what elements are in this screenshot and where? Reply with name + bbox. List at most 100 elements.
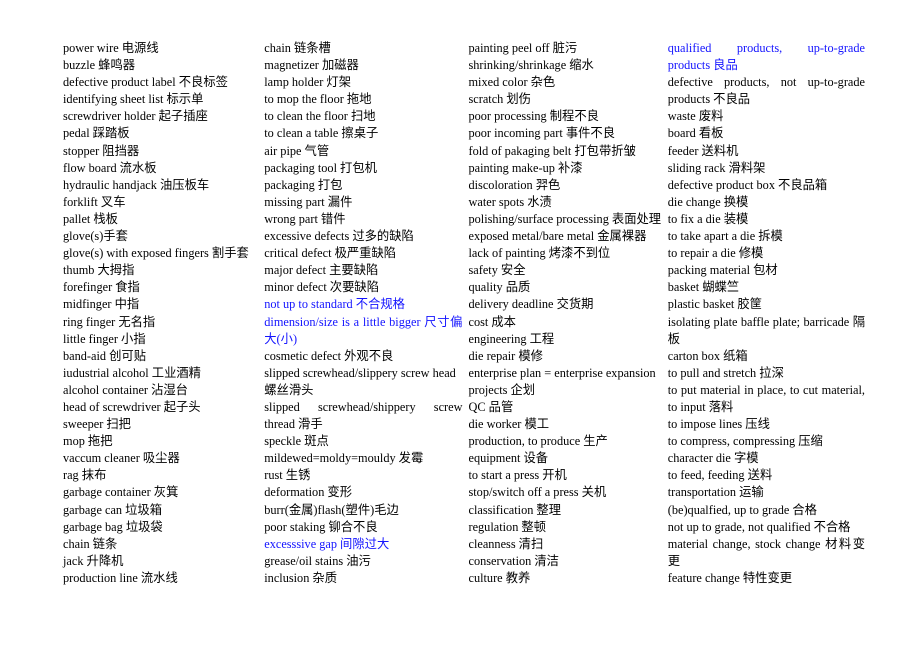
glossary-entry: minor defect 次要缺陷 [264, 280, 379, 295]
glossary-entry: grease/oil stains 油污 [264, 553, 371, 568]
glossary-entry: hydraulic handjack 油压板车 [63, 177, 210, 192]
glossary-entry: classification 整理 [468, 502, 562, 517]
glossary-entry: carton box 纸箱 [667, 348, 748, 363]
glossary-entry: (be)qualfied, up to grade 合格 [667, 502, 817, 517]
glossary-entry: missing part 漏件 [264, 194, 353, 209]
glossary-entry: little finger 小指 [63, 331, 146, 346]
glossary-entry: stop/switch off a press 关机 [468, 485, 607, 500]
glossary-entry: safety 安全 [468, 263, 526, 278]
glossary-entry: QC 品管 [468, 399, 514, 414]
glossary-entry: cleanness 清扫 [468, 536, 544, 551]
glossary-entry: cosmetic defect 外观不良 [264, 348, 394, 363]
glossary-entry: basket 蝴蝶竺 [667, 280, 740, 295]
glossary-entry: iudustrial alcohol 工业酒精 [63, 365, 201, 380]
glossary-entry: garbage bag 垃圾袋 [63, 519, 163, 534]
glossary-entry: die repair 模修 [468, 348, 543, 363]
glossary-entry: qualified products, up-to-grade products… [667, 41, 865, 73]
glossary-entry: rust 生锈 [264, 468, 311, 483]
glossary-entry: ring finger 无名指 [63, 314, 156, 329]
glossary-entry: conservation 清洁 [468, 553, 559, 568]
glossary-entry: quality 品质 [468, 280, 531, 295]
glossary-entry: to feed, feeding 送料 [667, 468, 773, 483]
glossary-entry: chain 链条 [63, 536, 118, 551]
glossary-entry: mildewed=moldy=mouldy 发霉 [264, 451, 424, 466]
glossary-entry: mixed color 杂色 [468, 75, 556, 90]
glossary-entry: head of screwdriver 起子头 [63, 399, 201, 414]
glossary-entry: not up to grade, not qualified 不合格 [667, 519, 851, 534]
glossary-entry: not up to standard 不合规格 [264, 297, 405, 312]
glossary-entry: production line 流水线 [63, 570, 178, 585]
glossary-entry: polishing/surface processing 表面处理 [468, 211, 662, 226]
glossary-entry: die change 换模 [667, 194, 749, 209]
glossary-entry: scratch 划伤 [468, 92, 531, 107]
glossary-entry: wrong part 错件 [264, 211, 346, 226]
glossary-entry: projects 企划 [468, 382, 536, 397]
glossary-entry: die worker 模工 [468, 417, 550, 432]
glossary-entry: dimension/size is a little bigger 尺寸偏大(小… [264, 314, 463, 346]
glossary-entry: packaging tool 打包机 [264, 160, 377, 175]
glossary-entry: garbage can 垃圾箱 [63, 502, 163, 517]
glossary-entry: culture 教养 [468, 570, 531, 585]
glossary-entry: poor staking 铆合不良 [264, 519, 378, 534]
glossary-entry: to fix a die 装模 [667, 211, 749, 226]
glossary-entry: critical defect 极严重缺陷 [264, 246, 397, 261]
glossary-entry: mop 拖把 [63, 434, 113, 449]
glossary-entry: material change, stock change 材料变更 [667, 536, 865, 568]
glossary-entry: band-aid 创可贴 [63, 348, 146, 363]
glossary-entry: to impose lines 压线 [667, 417, 770, 432]
glossary-entry: feature change 特性变更 [667, 570, 793, 585]
glossary-entry: defective product label 不良标签 [63, 75, 228, 90]
glossary-entry: rag 抹布 [63, 468, 107, 483]
glossary-entry: deformation 变形 [264, 485, 353, 500]
glossary-entry: cost 成本 [468, 314, 516, 329]
glossary-entry: feeder 送料机 [667, 143, 739, 158]
glossary-entry: excessive defects 过多的缺陷 [264, 229, 414, 244]
glossary-entry: chain 链条槽 [264, 41, 331, 55]
glossary-entry: transportation 运输 [667, 485, 764, 500]
glossary-entry: to mop the floor 拖地 [264, 92, 372, 107]
glossary-entry: lack of painting 烤漆不到位 [468, 246, 611, 261]
glossary-entry: character die 字模 [667, 451, 759, 466]
glossary-entry: waste 废料 [667, 109, 724, 124]
glossary-entry: magnetizer 加磁器 [264, 58, 359, 73]
glossary-entry: pallet 栈板 [63, 211, 118, 226]
glossary-entry: screwdriver holder 起子插座 [63, 109, 208, 124]
glossary-entry: power wire 电源线 [63, 41, 159, 55]
glossary-columns: power wire 电源线 buzzle 蜂鸣器 defective produc… [63, 40, 865, 587]
glossary-entry: fold of pakaging belt 打包带折皱 [468, 143, 636, 158]
glossary-entry: forklift 叉车 [63, 194, 126, 209]
glossary-entry: discoloration 羿色 [468, 177, 561, 192]
glossary-entry: glove(s) with exposed fingers 割手套 [63, 246, 249, 261]
glossary-entry: thumb 大拇指 [63, 263, 135, 278]
glossary-entry: speckle 斑点 [264, 434, 329, 449]
glossary-entry: burr(金属)flash(塑件)毛边 [264, 502, 399, 517]
glossary-entry: identifying sheet list 标示单 [63, 92, 204, 107]
glossary-entry: poor incoming part 事件不良 [468, 126, 616, 141]
glossary-entry: to put material in place, to cut materia… [667, 382, 865, 414]
glossary-entry: glove(s)手套 [63, 229, 128, 244]
glossary-entry: to repair a die 修模 [667, 246, 764, 261]
glossary-entry: production, to produce 生产 [468, 434, 608, 449]
glossary-entry: lamp holder 灯架 [264, 75, 351, 90]
glossary-entry: defective products, not up-to-grade prod… [667, 75, 865, 107]
glossary-entry: pedal 踩踏板 [63, 126, 130, 141]
glossary-entry: inclusion 杂质 [264, 570, 338, 585]
glossary-entry: equipment 设备 [468, 451, 549, 466]
glossary-entry: slipped screwhead/slippery screw head 螺丝… [264, 365, 456, 397]
glossary-entry: to clean a table 擦桌子 [264, 126, 379, 141]
glossary-entry: painting peel off 脏污 [468, 41, 578, 55]
glossary-column-4: qualified products, up-to-grade products… [668, 40, 865, 587]
glossary-entry: sliding rack 滑料架 [667, 160, 766, 175]
glossary-entry: excesssive gap 间隙过大 [264, 536, 390, 551]
glossary-entry: buzzle 蜂鸣器 [63, 58, 136, 73]
glossary-entry: regulation 整顿 [468, 519, 547, 534]
glossary-entry: vaccum cleaner 吸尘器 [63, 451, 180, 466]
glossary-entry: midfinger 中指 [63, 297, 140, 312]
glossary-entry: defective product box 不良品箱 [667, 177, 828, 192]
glossary-entry: water spots 水渍 [468, 194, 552, 209]
glossary-entry: packaging 打包 [264, 177, 343, 192]
glossary-entry: shrinking/shrinkage 缩水 [468, 58, 594, 73]
document-page: power wire 电源线 buzzle 蜂鸣器 defective produc… [0, 0, 920, 651]
glossary-entry: flow board 流水板 [63, 160, 157, 175]
glossary-entry: sweeper 扫把 [63, 417, 131, 432]
